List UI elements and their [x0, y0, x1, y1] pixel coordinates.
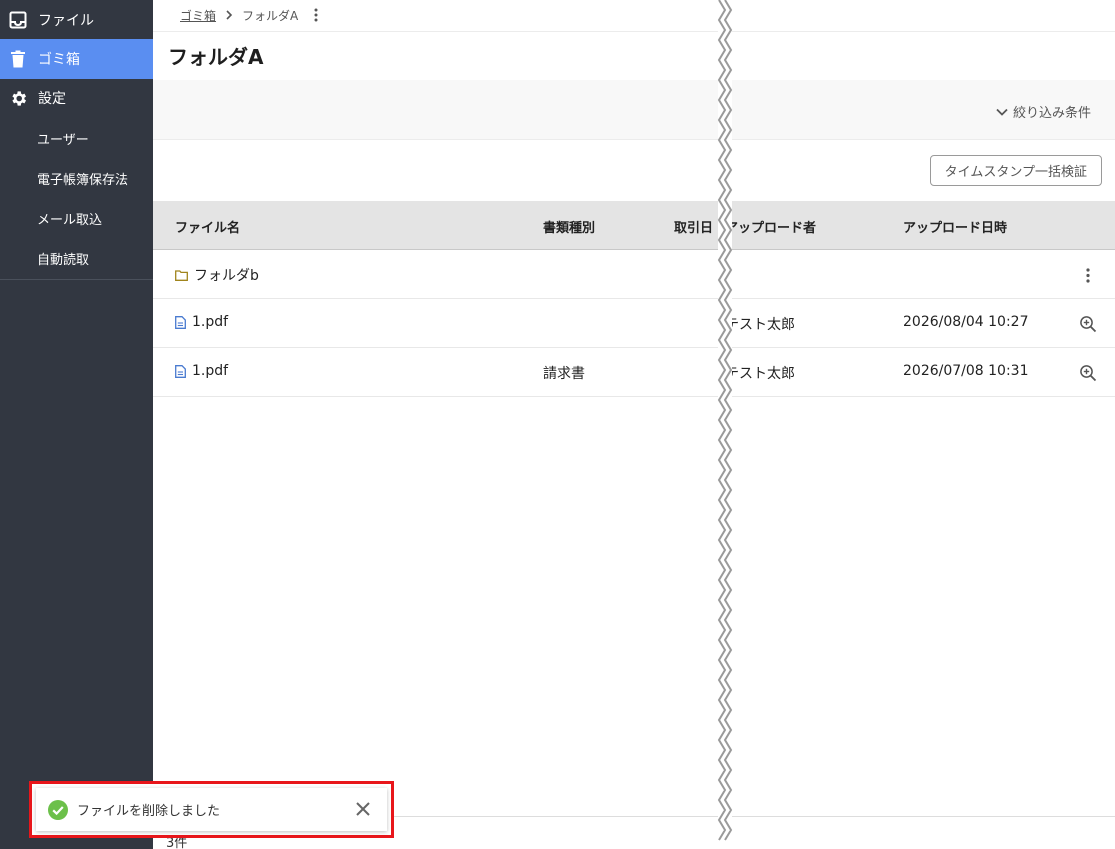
column-header-uploader[interactable]: アップロード者 — [725, 217, 816, 236]
page-title: フォルダA — [168, 45, 264, 69]
more-vertical-icon[interactable] — [1077, 264, 1099, 286]
sidebar-item-label: ゴミ箱 — [38, 52, 80, 68]
sidebar: ファイル ゴミ箱 設定 ユーザー 電子帳簿保存法 メール取込 自動読取 — [0, 0, 153, 849]
filter-bar: 絞り込み条件 — [153, 80, 1115, 140]
sidebar-subitem-mail-import[interactable]: メール取込 — [0, 198, 153, 238]
filter-toggle[interactable]: 絞り込み条件 — [996, 102, 1091, 121]
cell-uploader: テスト太郎 — [725, 317, 795, 333]
cell-uploader: テスト太郎 — [725, 366, 795, 382]
file-name[interactable]: 1.pdf — [192, 363, 228, 379]
sidebar-subitem-auto-read[interactable]: 自動読取 — [0, 238, 153, 278]
folder-icon — [175, 269, 188, 281]
cell-uploaded-at: 2026/07/08 10:31 — [903, 363, 1029, 379]
file-icon — [175, 315, 186, 329]
zoom-in-icon[interactable] — [1077, 362, 1099, 384]
breadcrumb-link-trash[interactable]: ゴミ箱 — [180, 7, 216, 24]
file-name[interactable]: フォルダb — [194, 265, 259, 285]
timestamp-bulk-verify-button[interactable]: タイムスタンプ一括検証 — [929, 155, 1102, 186]
filter-toggle-label: 絞り込み条件 — [1012, 106, 1091, 121]
sidebar-item-settings[interactable]: 設定 — [0, 78, 153, 118]
more-vertical-icon[interactable] — [314, 8, 318, 22]
column-header-uploaded-at[interactable]: アップロード日時 — [903, 217, 1007, 236]
column-header-doc-type[interactable]: 書類種別 — [543, 217, 595, 236]
sidebar-subitem-ebook-law[interactable]: 電子帳簿保存法 — [0, 158, 153, 198]
cell-doc-type: 請求書 — [543, 366, 585, 382]
sidebar-subitem-label: ユーザー — [37, 132, 89, 148]
sidebar-subitem-label: メール取込 — [37, 212, 103, 228]
table-header: ファイル名 書類種別 取引日 アップロード者 アップロード日時 — [153, 201, 1115, 250]
sidebar-subitem-label: 電子帳簿保存法 — [37, 172, 129, 188]
sidebar-divider — [0, 279, 153, 280]
cell-filename: 1.pdf — [175, 363, 228, 379]
file-icon — [175, 364, 186, 378]
sidebar-item-trash[interactable]: ゴミ箱 — [0, 39, 153, 79]
main-content: ゴミ箱 フォルダA フォルダA 絞り込み条件 タイムスタンプ一括検証 ファイル名… — [153, 0, 1115, 849]
sidebar-subitem-users[interactable]: ユーザー — [0, 118, 153, 158]
toast-message: ファイルを削除しました — [77, 804, 221, 819]
table-row[interactable]: フォルダb — [153, 250, 1115, 299]
breadcrumb-current: フォルダA — [242, 8, 299, 23]
app: ファイル ゴミ箱 設定 ユーザー 電子帳簿保存法 メール取込 自動読取 ゴミ箱 … — [0, 0, 1115, 849]
cell-filename: 1.pdf — [175, 314, 228, 330]
sidebar-subitem-label: 自動読取 — [37, 252, 90, 268]
toast-notification: ファイルを削除しました — [36, 788, 387, 831]
table-row[interactable]: 1.pdf 請求書 テスト太郎 2026/07/08 10:31 — [153, 348, 1115, 397]
chevron-down-icon — [996, 108, 1008, 116]
column-header-trade-date[interactable]: 取引日 — [674, 217, 713, 236]
gear-icon — [8, 88, 28, 108]
sidebar-item-label: ファイル — [38, 13, 94, 29]
cell-uploaded-at: 2026/08/04 10:27 — [903, 314, 1029, 330]
zoom-in-icon[interactable] — [1077, 313, 1099, 335]
check-circle-icon — [48, 799, 68, 820]
trash-icon — [8, 49, 28, 69]
column-header-filename[interactable]: ファイル名 — [175, 217, 240, 236]
chevron-right-icon — [225, 10, 233, 20]
sidebar-item-label: 設定 — [38, 91, 66, 107]
toast-highlight-frame: ファイルを削除しました — [29, 781, 394, 838]
close-icon[interactable] — [353, 799, 373, 819]
header-divider — [153, 31, 1115, 32]
breadcrumb: ゴミ箱 フォルダA — [180, 6, 318, 24]
file-name[interactable]: 1.pdf — [192, 314, 228, 330]
table-row[interactable]: 1.pdf テスト太郎 2026/08/04 10:27 — [153, 299, 1115, 348]
inbox-icon — [8, 10, 28, 30]
cell-filename: フォルダb — [175, 265, 259, 285]
sidebar-item-files[interactable]: ファイル — [0, 0, 153, 40]
